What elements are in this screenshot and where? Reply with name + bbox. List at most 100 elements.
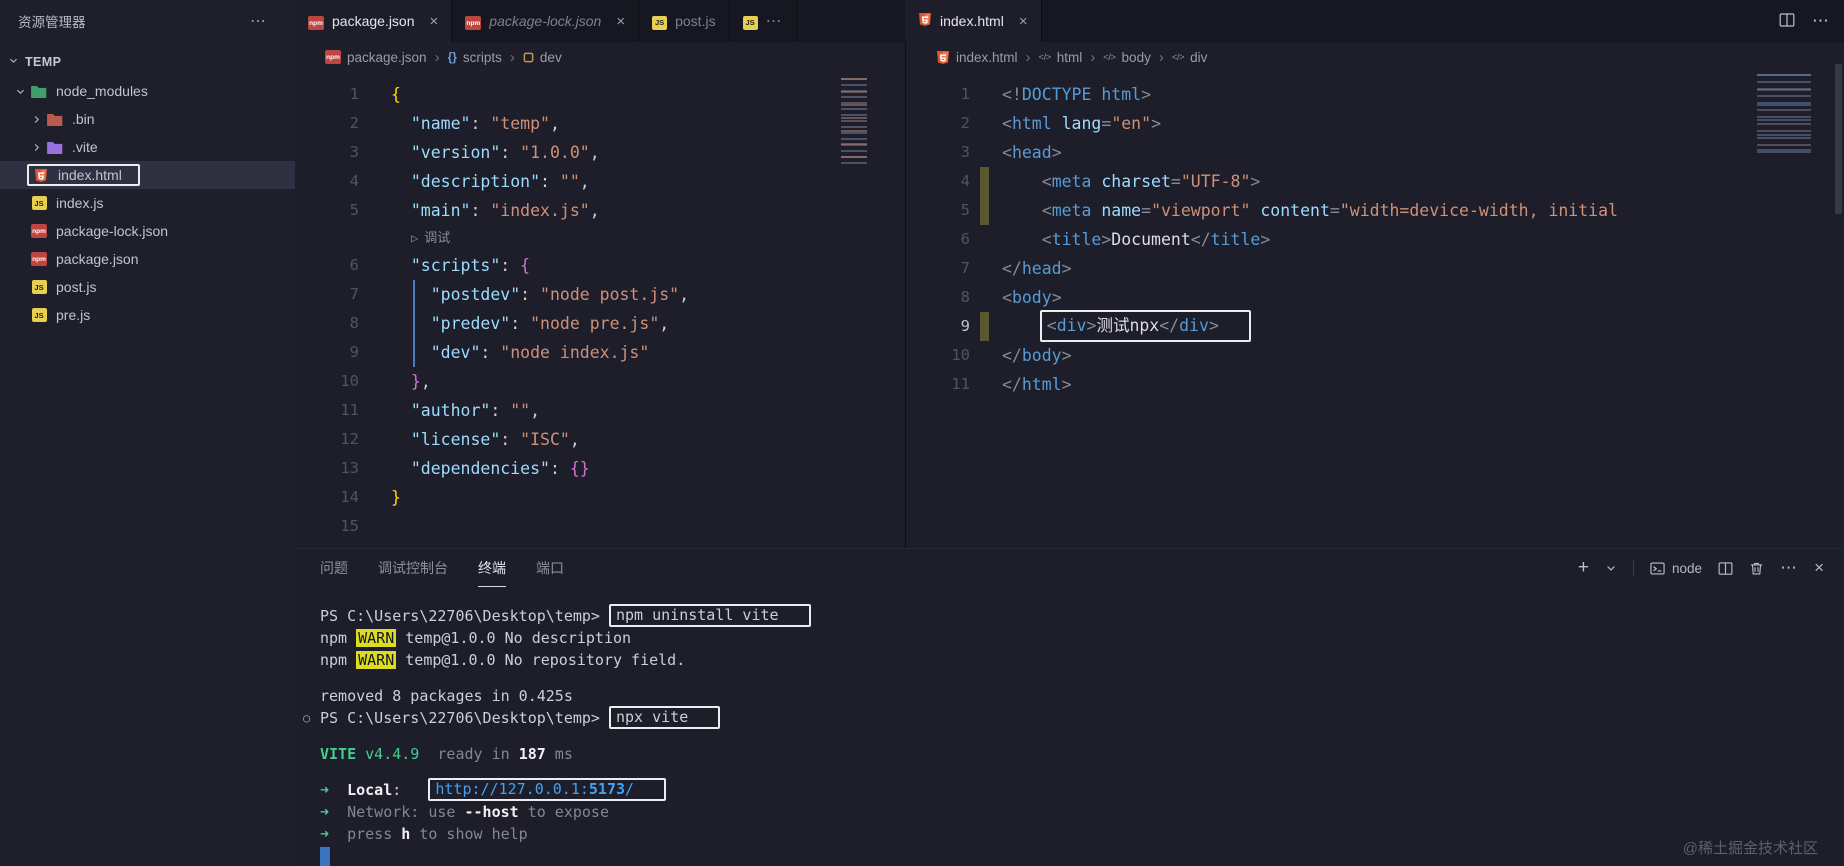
code-line-9[interactable]: 9 "dev": "node index.js" (295, 338, 905, 367)
new-terminal-button[interactable]: + (1578, 557, 1589, 579)
minimap[interactable] (1757, 74, 1811, 156)
code-line-9[interactable]: 9 <div>测试npx</div> (906, 310, 1844, 342)
chevron-down-icon[interactable] (1605, 562, 1617, 574)
panel-tab-problems[interactable]: 问题 (320, 549, 348, 587)
close-icon[interactable]: × (616, 13, 625, 30)
line-number: 12 (340, 430, 359, 448)
explorer-section-temp[interactable]: TEMP (0, 42, 295, 77)
breadcrumb-index.html[interactable]: index.html (936, 50, 1018, 65)
panel-tab-debug-console[interactable]: 调试控制台 (378, 549, 448, 587)
code-line-2[interactable]: 2 "name": "temp", (295, 109, 905, 138)
code-line-2[interactable]: 2 <html lang="en"> (906, 109, 1844, 138)
more-actions-icon[interactable]: ⋯ (1812, 11, 1830, 31)
tab-overflow[interactable]: JS ⋯ (729, 0, 797, 42)
code-line-3[interactable]: 3 <head> (906, 138, 1844, 167)
code-line-7[interactable]: 7 </head> (906, 254, 1844, 283)
terminal-line: removed 8 packages in 0.425s (320, 687, 573, 705)
editor-index-html[interactable]: 1 <!DOCTYPE html> 2 <html lang="en"> 3 <head>… (906, 72, 1844, 548)
close-icon[interactable]: × (430, 13, 439, 30)
breadcrumb-right: index.html › </> html › </> body › </> div (906, 42, 1844, 72)
breadcrumb-body[interactable]: </> body (1103, 50, 1151, 65)
terminal-profile[interactable]: node (1650, 561, 1702, 576)
codelens-debug[interactable]: ▷ 调试 (295, 225, 905, 251)
tab-index.html[interactable]: index.html × (905, 0, 1042, 42)
code-line-10[interactable]: 10 }, (295, 367, 905, 396)
code-text: <html lang="en"> (1002, 114, 1161, 133)
code-line-15[interactable]: 15 (295, 512, 905, 541)
panel-tab-terminal[interactable]: 终端 (478, 549, 506, 587)
trash-icon[interactable] (1749, 561, 1764, 576)
separator (1633, 560, 1635, 576)
code-line-8[interactable]: 8 "predev": "node pre.js", (295, 309, 905, 338)
code-line-7[interactable]: 7 "postdev": "node post.js", (295, 280, 905, 309)
breadcrumb-html[interactable]: </> html (1039, 50, 1083, 65)
code-line-11[interactable]: 11 </html> (906, 370, 1844, 399)
tree-item-package-lock.json[interactable]: npm package-lock.json (0, 217, 295, 245)
braces-icon: {} (447, 50, 457, 64)
tab-label: ⋯ (765, 13, 783, 30)
breadcrumb-scripts[interactable]: {} scripts (448, 50, 502, 65)
html-icon (936, 50, 950, 65)
code-text: "predev": "node pre.js", (430, 314, 670, 333)
tree-item-pre.js[interactable]: JS pre.js (0, 301, 295, 329)
tree-item-index.js[interactable]: JS index.js (0, 189, 295, 217)
tag-icon: </> (1038, 51, 1052, 63)
code-line-5[interactable]: 5 "main": "index.js", (295, 196, 905, 225)
code-line-4[interactable]: 4 <meta charset="UTF-8"> (906, 167, 1844, 196)
code-line-5[interactable]: 5 <meta name="viewport" content="width=d… (906, 196, 1844, 225)
crumb-label: dev (539, 49, 562, 65)
split-terminal-icon[interactable] (1718, 561, 1733, 576)
terminal-output[interactable]: PS C:\Users\22706\Desktop\temp> npm unin… (295, 604, 1844, 866)
code-line-1[interactable]: 1{ (295, 80, 905, 109)
code-line-11[interactable]: 11 "author": "", (295, 396, 905, 425)
code-line-13[interactable]: 13 "dependencies": {} (295, 454, 905, 483)
split-editor-icon[interactable] (1779, 12, 1795, 31)
code-line-8[interactable]: 8 <body> (906, 283, 1844, 312)
terminal-line: npm WARN temp@1.0.0 No description (320, 629, 632, 647)
code-line-10[interactable]: 10 </body> (906, 341, 1844, 370)
terminal-line: npm WARN temp@1.0.0 No repository field. (320, 651, 686, 669)
line-number: 11 (340, 401, 359, 419)
close-panel-icon[interactable]: × (1814, 558, 1824, 578)
code-text: <div>测试npx</div> (970, 310, 1251, 342)
breadcrumb-div[interactable]: </> div (1172, 50, 1208, 65)
terminal-icon (1650, 561, 1665, 576)
npm-icon: npm (308, 12, 324, 31)
tree-item-.vite[interactable]: .vite (0, 133, 295, 161)
code-text: { (391, 85, 401, 104)
code-line-14[interactable]: 14} (295, 483, 905, 512)
tree-item-index.html[interactable]: index.html (0, 161, 295, 189)
code-line-12[interactable]: 12 "license": "ISC", (295, 425, 905, 454)
code-line-3[interactable]: 3 "version": "1.0.0", (295, 138, 905, 167)
line-number: 8 (960, 288, 970, 306)
tree-item-post.js[interactable]: JS post.js (0, 273, 295, 301)
tree-item-.bin[interactable]: .bin (0, 105, 295, 133)
explorer-more-icon[interactable]: ⋯ (250, 11, 267, 31)
code-text: "license": "ISC", (410, 430, 580, 449)
breadcrumb-dev[interactable]: dev (523, 50, 562, 65)
minimap[interactable] (841, 78, 867, 166)
tree-item-package.json[interactable]: npm package.json (0, 245, 295, 273)
terminal-line: ➜ Local: http://127.0.0.1:5173/ (295, 778, 1844, 801)
tab-package-lock.json[interactable]: npm package-lock.json × (452, 0, 640, 42)
code-line-4[interactable]: 4 "description": "", (295, 167, 905, 196)
tree-item-label: package.json (56, 251, 139, 267)
panel-more-icon[interactable]: ⋯ (1780, 558, 1798, 578)
explorer-header: 资源管理器 ⋯ (0, 0, 295, 42)
panel-tab-ports[interactable]: 端口 (536, 549, 564, 587)
close-icon[interactable]: × (1019, 13, 1028, 30)
tree-item-node_modules[interactable]: node_modules (0, 77, 295, 105)
code-line-1[interactable]: 1 <!DOCTYPE html> (906, 80, 1844, 109)
tab-post.js[interactable]: JS post.js (639, 0, 730, 42)
scrollbar[interactable] (1835, 64, 1842, 214)
code-text: } (391, 488, 401, 507)
tab-package.json[interactable]: npm package.json × (295, 0, 453, 42)
breadcrumb-package.json[interactable]: npm package.json (325, 50, 427, 65)
terminal-line: ➜ Network: use --host to expose (320, 803, 609, 821)
code-line-6[interactable]: 6 "scripts": { (295, 251, 905, 280)
line-number: 10 (340, 372, 359, 390)
editor-package-json[interactable]: 1{2 "name": "temp", 3 "version": "1.0.0",… (295, 72, 905, 548)
npm-icon: npm (465, 12, 482, 31)
code-line-6[interactable]: 6 <title>Document</title> (906, 225, 1844, 254)
